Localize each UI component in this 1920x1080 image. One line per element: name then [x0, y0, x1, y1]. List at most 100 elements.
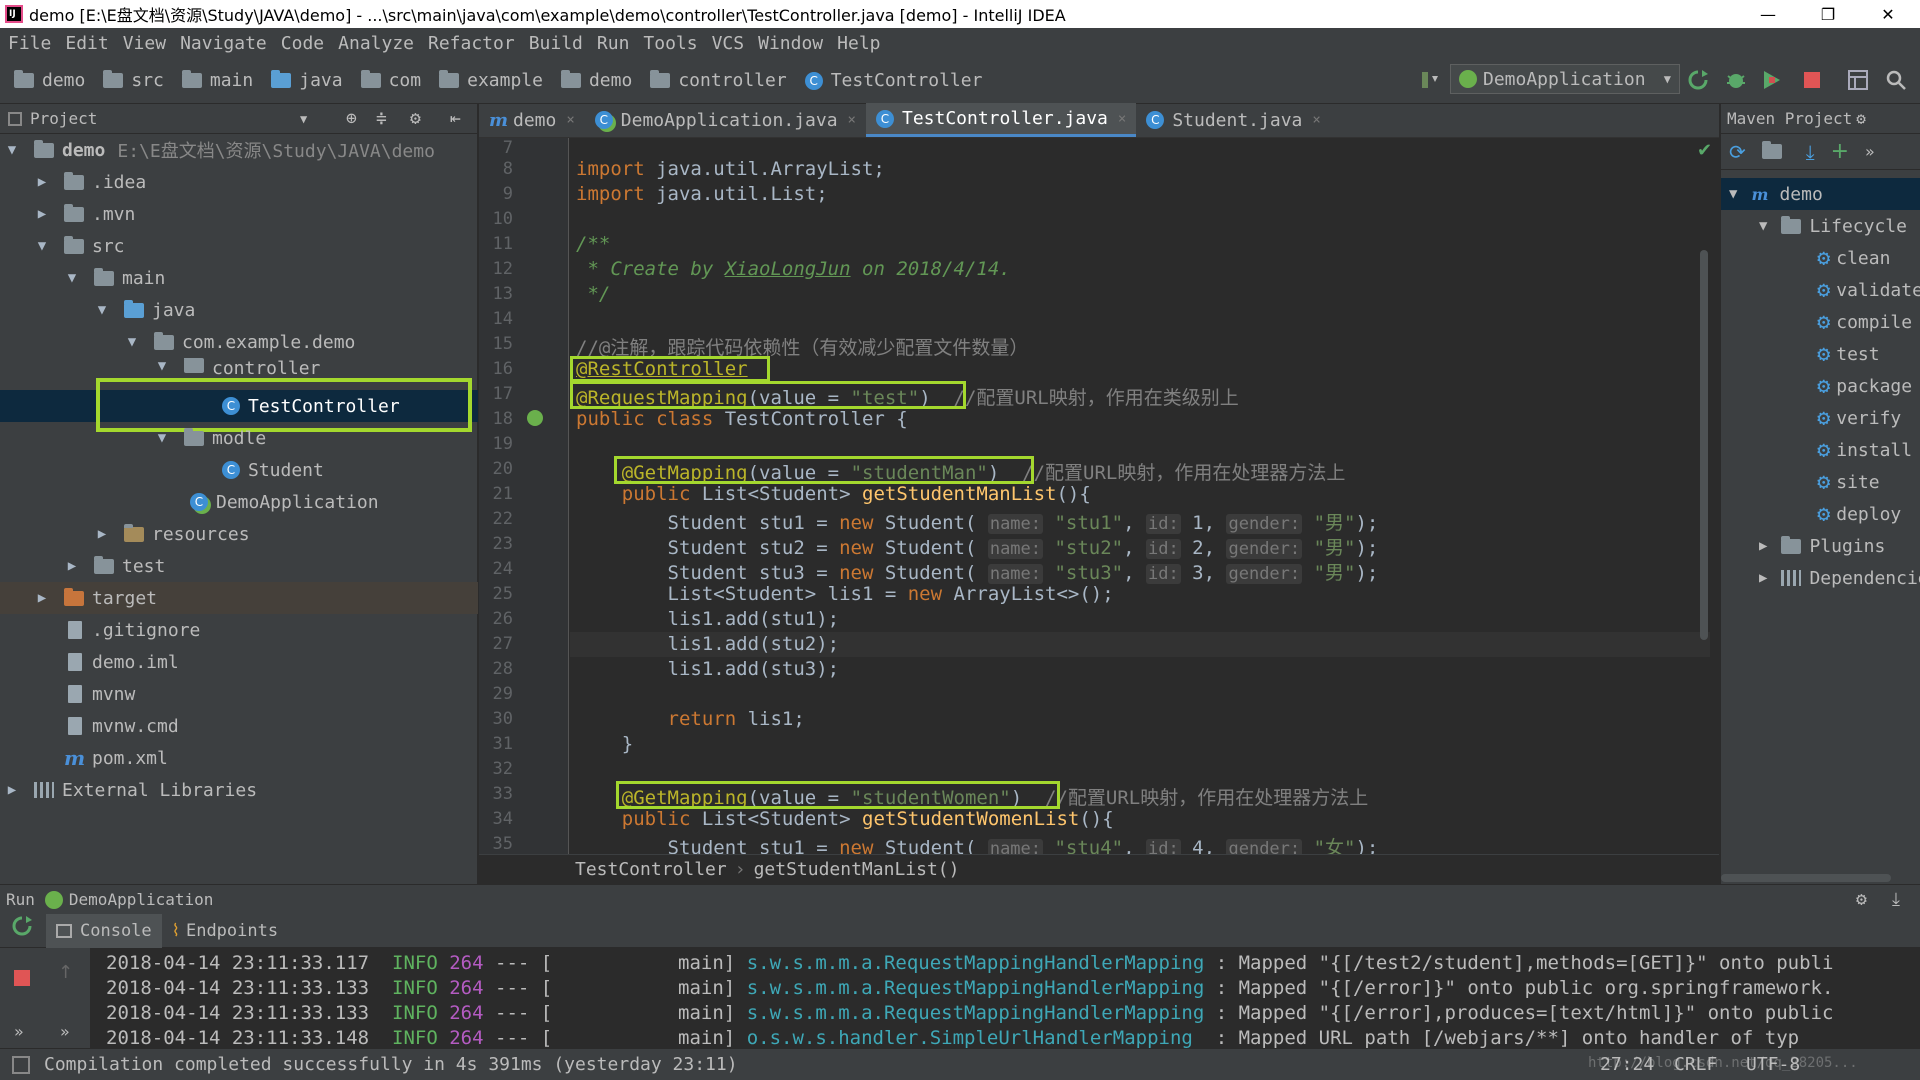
- crumb-testcontroller[interactable]: C TestController: [804, 70, 982, 91]
- tree-item-mvn[interactable]: ▶ .mvn: [0, 198, 478, 230]
- download-icon[interactable]: ⤓: [1806, 140, 1815, 164]
- menu-tools[interactable]: Tools: [643, 33, 697, 54]
- crumb-java[interactable]: java: [271, 70, 343, 91]
- refresh-icon[interactable]: ⟳: [1729, 140, 1746, 164]
- settings-gear-icon[interactable]: ⚙: [410, 108, 421, 129]
- tree-item-controller[interactable]: ▼ controller: [0, 358, 478, 380]
- tree-item-pom-xml[interactable]: m pom.xml: [0, 742, 478, 774]
- chevron-down-icon[interactable]: ▼: [300, 112, 307, 126]
- menu-refactor[interactable]: Refactor: [428, 33, 515, 54]
- close-window-button[interactable]: ✕: [1860, 0, 1916, 28]
- maven-scrollbar[interactable]: [1721, 874, 1891, 882]
- minimize-button[interactable]: —: [1740, 0, 1796, 28]
- expand-arrow-icon[interactable]: ▼: [64, 270, 80, 286]
- maven-goal-install[interactable]: ⚙ install: [1817, 434, 1912, 466]
- maven-goal-verify[interactable]: ⚙ verify: [1817, 402, 1901, 434]
- tab-console[interactable]: Console: [46, 913, 162, 948]
- spring-bean-gutter-icon[interactable]: [527, 410, 543, 426]
- tree-item-test[interactable]: ▶ test: [0, 550, 478, 582]
- add-icon[interactable]: +: [1831, 139, 1849, 164]
- console-output[interactable]: 2018-04-14 23:11:33.117 INFO 264 --- [ m…: [90, 948, 1920, 1048]
- tree-item-java[interactable]: ▼ java: [0, 294, 478, 326]
- locate-icon[interactable]: ⊕: [346, 108, 357, 129]
- menu-run[interactable]: Run: [597, 33, 630, 54]
- maven-dependencies[interactable]: ▶ Dependencies: [1759, 562, 1920, 594]
- maven-goal-test[interactable]: ⚙ test: [1817, 338, 1880, 370]
- crumb-com[interactable]: com: [360, 70, 421, 91]
- breadcrumb-method[interactable]: getStudentManList(): [754, 859, 960, 880]
- hide-panel-icon[interactable]: ⤓: [1892, 889, 1900, 910]
- menu-vcs[interactable]: VCS: [712, 33, 745, 54]
- maven-goal-clean[interactable]: ⚙ clean: [1817, 242, 1890, 274]
- status-message[interactable]: Compilation completed successfully in 4s…: [44, 1054, 738, 1075]
- maven-project-demo[interactable]: ▼ m demo: [1721, 178, 1920, 210]
- tab-demoapplication-java[interactable]: C DemoApplication.java ×: [585, 103, 866, 137]
- stop-icon[interactable]: [12, 968, 32, 988]
- editor-scrollbar[interactable]: [1700, 250, 1708, 640]
- expand-arrow-icon[interactable]: ▶: [94, 526, 110, 542]
- breadcrumb-class[interactable]: TestController: [575, 859, 727, 880]
- maven-goal-validate[interactable]: ⚙ validate: [1817, 274, 1920, 306]
- expand-arrow-icon[interactable]: ▼: [4, 142, 20, 158]
- crumb-demo-package[interactable]: demo: [560, 70, 632, 91]
- run-coverage-icon[interactable]: [1760, 68, 1784, 92]
- more-icon[interactable]: »: [60, 1022, 70, 1041]
- expand-arrow-icon[interactable]: ▶: [64, 558, 80, 574]
- stop-icon[interactable]: [1800, 68, 1824, 92]
- crumb-src[interactable]: src: [103, 70, 164, 91]
- tab-testcontroller-java[interactable]: C TestController.java ×: [865, 103, 1137, 137]
- collapse-all-icon[interactable]: ≑: [376, 108, 387, 129]
- menu-analyze[interactable]: Analyze: [338, 33, 414, 54]
- tree-item-src[interactable]: ▼ src: [0, 230, 478, 262]
- tree-item-modle[interactable]: ▼ modle: [0, 422, 478, 454]
- menu-file[interactable]: File: [8, 33, 51, 54]
- menu-edit[interactable]: Edit: [65, 33, 108, 54]
- close-tab-icon[interactable]: ×: [1118, 111, 1126, 127]
- menu-navigate[interactable]: Navigate: [180, 33, 267, 54]
- search-icon[interactable]: [1884, 68, 1908, 92]
- project-structure-icon[interactable]: [1846, 68, 1870, 92]
- rerun-icon[interactable]: [10, 914, 34, 938]
- tree-item-demo[interactable]: ▼ demo E:\E盘文档\资源\Study\JAVA\demo: [0, 134, 478, 166]
- maven-goal-package[interactable]: ⚙ package: [1817, 370, 1912, 402]
- settings-gear-icon[interactable]: ⚙: [1856, 109, 1866, 128]
- expand-arrow-icon[interactable]: ▶: [34, 174, 50, 190]
- maven-goal-deploy[interactable]: ⚙ deploy: [1817, 498, 1901, 530]
- tree-item-gitignore[interactable]: .gitignore: [0, 614, 478, 646]
- crumb-demo[interactable]: demo: [14, 70, 85, 91]
- menu-help[interactable]: Help: [837, 33, 880, 54]
- tree-item-demo-iml[interactable]: demo.iml: [0, 646, 478, 678]
- tree-item-demoapplication[interactable]: C DemoApplication: [0, 486, 478, 518]
- expand-arrow-icon[interactable]: ▼: [154, 430, 170, 446]
- maven-lifecycle[interactable]: ▼ Lifecycle: [1759, 210, 1907, 242]
- menu-code[interactable]: Code: [281, 33, 324, 54]
- settings-gear-icon[interactable]: ⚙: [1856, 889, 1867, 910]
- scroll-up-icon[interactable]: ↑: [58, 962, 73, 983]
- expand-arrow-icon[interactable]: ▼: [154, 358, 170, 374]
- maximize-button[interactable]: ❐: [1800, 0, 1856, 28]
- folder-icon[interactable]: [1761, 141, 1782, 159]
- expand-arrow-icon[interactable]: ▼: [94, 302, 110, 318]
- close-tab-icon[interactable]: ×: [566, 112, 574, 128]
- code-editor[interactable]: import java.util.ArrayList; import java.…: [570, 138, 1710, 854]
- maven-plugins[interactable]: ▶ Plugins: [1759, 530, 1885, 562]
- menu-build[interactable]: Build: [529, 33, 583, 54]
- tree-item-mvnw[interactable]: mvnw: [0, 678, 478, 710]
- maven-goal-site[interactable]: ⚙ site: [1817, 466, 1880, 498]
- tree-item-mvnw-cmd[interactable]: mvnw.cmd: [0, 710, 478, 742]
- hide-panel-icon[interactable]: ⇤: [450, 108, 461, 129]
- tab-demo[interactable]: m demo ×: [479, 103, 585, 137]
- build-icon[interactable]: [1418, 68, 1442, 92]
- expand-arrow-icon[interactable]: ▼: [124, 334, 140, 350]
- tree-item-main[interactable]: ▼ main: [0, 262, 478, 294]
- tab-student-java[interactable]: C Student.java ×: [1136, 103, 1330, 137]
- tool-windows-icon[interactable]: [12, 1056, 30, 1074]
- expand-arrow-icon[interactable]: ▶: [4, 782, 20, 798]
- more-icon[interactable]: »: [14, 1022, 24, 1041]
- close-tab-icon[interactable]: ×: [1312, 112, 1320, 128]
- tree-item-student[interactable]: C Student: [0, 454, 478, 486]
- menu-window[interactable]: Window: [758, 33, 823, 54]
- more-icon[interactable]: »: [1865, 142, 1875, 161]
- close-tab-icon[interactable]: ×: [848, 112, 856, 128]
- tab-endpoints[interactable]: ⌇ Endpoints: [162, 914, 288, 948]
